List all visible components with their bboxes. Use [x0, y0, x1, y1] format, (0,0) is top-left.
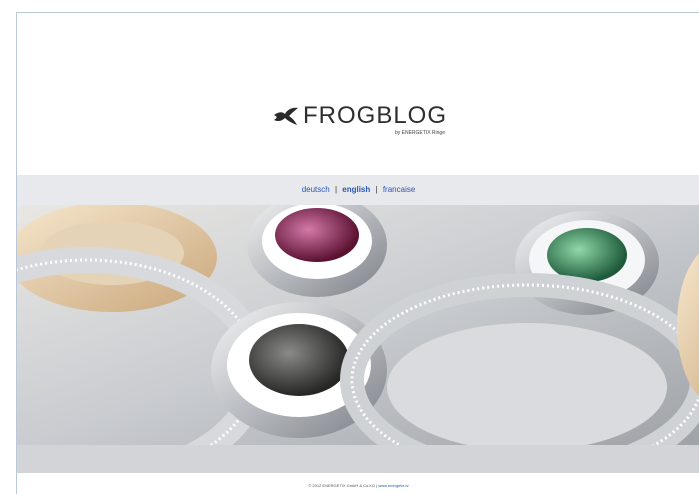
- jewelry-rings-photo-icon: [17, 205, 699, 445]
- lang-link-francaise[interactable]: francaise: [383, 185, 415, 194]
- copyright-text: © 2012 ENERGETIX GmbH & Co.KG |: [308, 483, 378, 488]
- lang-link-deutsch[interactable]: deutsch: [302, 185, 330, 194]
- lang-link-english[interactable]: english: [342, 185, 370, 194]
- frog-logo-icon: [274, 107, 298, 125]
- language-nav: deutsch | english | francaise: [17, 183, 699, 197]
- hero-image: [17, 205, 699, 445]
- lang-separator: |: [375, 185, 378, 194]
- page-frame: FROGBLOG by ENERGETIX Ringe deutsch | en…: [16, 12, 699, 494]
- header: FROGBLOG by ENERGETIX Ringe: [17, 13, 699, 175]
- logo-text: FROGBLOG: [303, 102, 448, 129]
- logo-subtitle: by ENERGETIX Ringe: [394, 130, 445, 136]
- footer: © 2012 ENERGETIX GmbH & Co.KG | www.ener…: [17, 483, 699, 488]
- footer-link[interactable]: www.energetix.tv: [378, 483, 408, 488]
- bottom-band: [17, 445, 699, 473]
- lang-separator: |: [334, 185, 338, 194]
- logo[interactable]: FROGBLOG by ENERGETIX Ringe: [273, 103, 453, 149]
